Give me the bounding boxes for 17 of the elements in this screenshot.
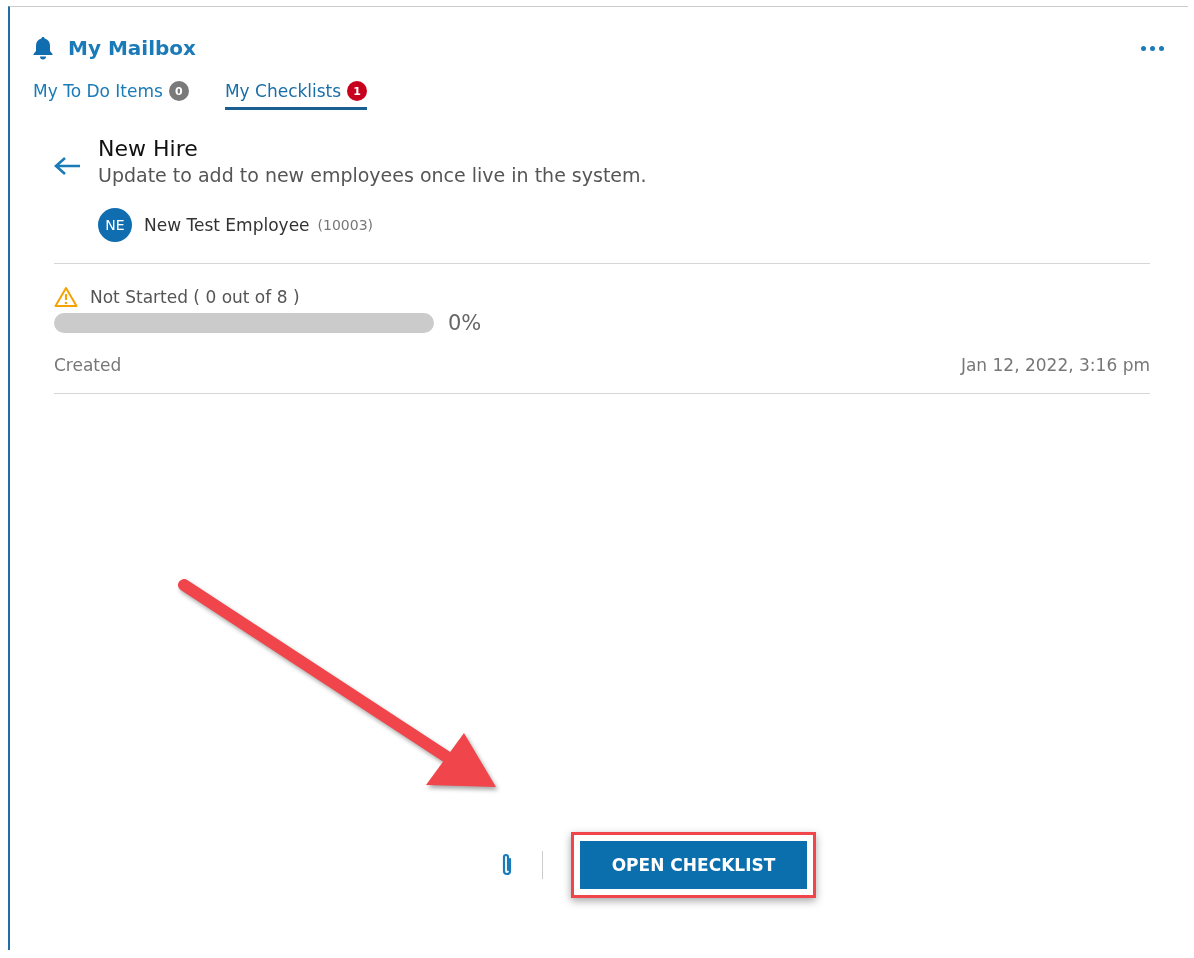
avatar: NE: [98, 208, 132, 242]
bell-icon: [32, 36, 54, 60]
progress-percent: 0%: [448, 311, 482, 335]
employee-name: New Test Employee: [144, 215, 310, 235]
status-text: Not Started ( 0 out of 8 ): [90, 286, 300, 307]
checklist-title: New Hire: [98, 135, 199, 163]
count-badge: 1: [347, 81, 368, 101]
open-checklist-button[interactable]: OPEN CHECKLIST: [579, 841, 808, 889]
tab[interactable]: My Checklists 1: [224, 77, 368, 110]
employee-id: (10003): [317, 217, 374, 233]
checklist-description: Update to add to new employees once live in the system.: [98, 163, 647, 187]
warning-icon: [54, 286, 78, 307]
mailbox-title: My Mailbox: [68, 36, 196, 60]
created-label: Created: [54, 355, 122, 375]
created-date: Jan 12, 2022, 3:16 pm: [960, 355, 1150, 375]
tab[interactable]: My To Do Items 0: [33, 77, 189, 110]
count-badge: 0: [168, 81, 189, 101]
